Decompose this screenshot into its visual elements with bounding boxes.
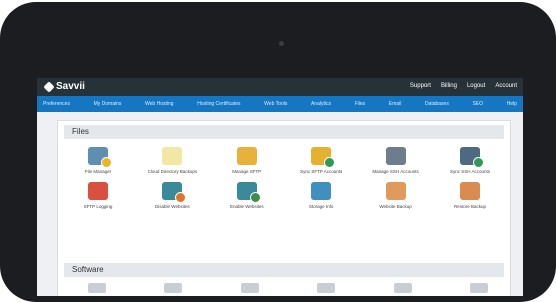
tablet-screen: Savvii Support Billing Logout Account Pr…: [37, 78, 523, 296]
tile-enable-websites[interactable]: Enable Websites: [217, 182, 277, 209]
ssh-sync-icon: [459, 147, 484, 168]
camera-icon: [279, 41, 284, 46]
tile-label: Website Backup: [379, 204, 412, 209]
software-icon[interactable]: [240, 283, 259, 293]
tile-label: Disable Websites: [155, 204, 190, 209]
tile-sftp-logging[interactable]: SFTP Logging: [68, 182, 128, 209]
nav-item-web-tools[interactable]: Web Tools: [264, 101, 287, 107]
top-link-support[interactable]: Support: [410, 83, 431, 89]
tile-label: Cloud Directory Backups: [147, 169, 198, 174]
nav-item-preferences[interactable]: Preferences: [43, 101, 70, 107]
website-backup-icon: [385, 182, 406, 200]
nav-item-analytics[interactable]: Analytics: [311, 101, 331, 107]
directory-icon: [162, 147, 183, 165]
status-badge-icon: [101, 157, 112, 168]
nav-item-web-hosting[interactable]: Web Hosting: [145, 101, 174, 107]
tile-label: File Manager: [84, 169, 112, 174]
nav-item-email[interactable]: Email: [389, 101, 402, 107]
top-link-logout[interactable]: Logout: [467, 83, 485, 89]
main-nav: Preferences My Domains Web Hosting Hosti…: [37, 96, 523, 112]
tile-restore-backup[interactable]: Restore Backup: [440, 182, 500, 209]
tile-label: SFTP Logging: [83, 204, 113, 209]
nav-item-seo[interactable]: SEO: [472, 101, 483, 107]
brand-name: Savvii: [56, 81, 85, 92]
software-icon[interactable]: [469, 283, 488, 293]
icon-row: SFTP Logging Disable Websites Enable Web…: [68, 182, 500, 209]
tile-file-manager[interactable]: File Manager: [68, 147, 128, 174]
nav-item-files[interactable]: Files: [355, 101, 366, 107]
sftp-sync-icon: [311, 147, 336, 168]
tile-sync-sftp[interactable]: Sync SFTP Accounts: [291, 147, 351, 174]
software-icon[interactable]: [164, 283, 183, 293]
status-badge-icon: [472, 157, 484, 168]
software-section-title: Software: [64, 263, 504, 277]
tile-label: Enable Websites: [229, 204, 264, 209]
status-badge-icon: [249, 192, 261, 203]
software-icon[interactable]: [393, 283, 412, 293]
tile-manage-sftp[interactable]: Manage SFTP: [217, 147, 277, 174]
sftp-icon: [236, 147, 257, 165]
storage-icon: [311, 182, 332, 200]
software-icon[interactable]: [317, 283, 336, 293]
enable-icon: [236, 182, 261, 203]
tile-manage-ssh[interactable]: Manage SSH Accounts: [366, 147, 426, 174]
top-link-account[interactable]: Account: [495, 83, 517, 89]
tile-directory-backups[interactable]: Cloud Directory Backups: [142, 147, 202, 174]
nav-item-domains[interactable]: My Domains: [94, 101, 122, 107]
brand-logo[interactable]: Savvii: [43, 80, 85, 93]
status-badge-icon: [175, 192, 187, 203]
files-icon-grid: File Manager Cloud Directory Backups Man…: [68, 147, 500, 217]
tile-disable-websites[interactable]: Disable Websites: [142, 182, 202, 209]
folder-icon: [88, 147, 112, 168]
nav-item-databases[interactable]: Databases: [425, 101, 449, 107]
tile-sync-ssh[interactable]: Sync SSH Accounts: [440, 147, 500, 174]
brand-logo-icon: [43, 80, 55, 93]
content-panel: Files File Manager Cloud Directory Backu…: [57, 120, 511, 296]
sftp-log-icon: [88, 182, 108, 200]
tile-label: Sync SSH Accounts: [449, 169, 490, 174]
ssh-icon: [385, 147, 406, 165]
nav-item-help[interactable]: Help: [507, 101, 517, 107]
tile-label: Manage SFTP: [232, 169, 262, 174]
top-bar: Savvii Support Billing Logout Account: [37, 78, 523, 96]
tile-storage-info[interactable]: Storage Info: [291, 182, 351, 209]
top-links: Support Billing Logout Account: [410, 83, 517, 89]
tile-label: Sync SFTP Accounts: [300, 169, 343, 174]
tile-label: Storage Info: [308, 204, 334, 209]
restore-backup-icon: [459, 182, 480, 200]
nav-item-certificates[interactable]: Hosting Certificates: [197, 101, 240, 107]
status-badge-icon: [324, 157, 336, 168]
software-icon-row: [88, 283, 488, 293]
top-link-billing[interactable]: Billing: [441, 83, 457, 89]
icon-row: File Manager Cloud Directory Backups Man…: [68, 147, 500, 174]
tablet-frame: Savvii Support Billing Logout Account Pr…: [0, 2, 556, 302]
software-icon[interactable]: [88, 283, 106, 293]
files-section-title: Files: [64, 125, 504, 139]
disable-icon: [162, 182, 187, 203]
tile-label: Restore Backup: [453, 204, 486, 209]
tile-website-backup[interactable]: Website Backup: [366, 182, 426, 209]
tile-label: Manage SSH Accounts: [372, 169, 419, 174]
